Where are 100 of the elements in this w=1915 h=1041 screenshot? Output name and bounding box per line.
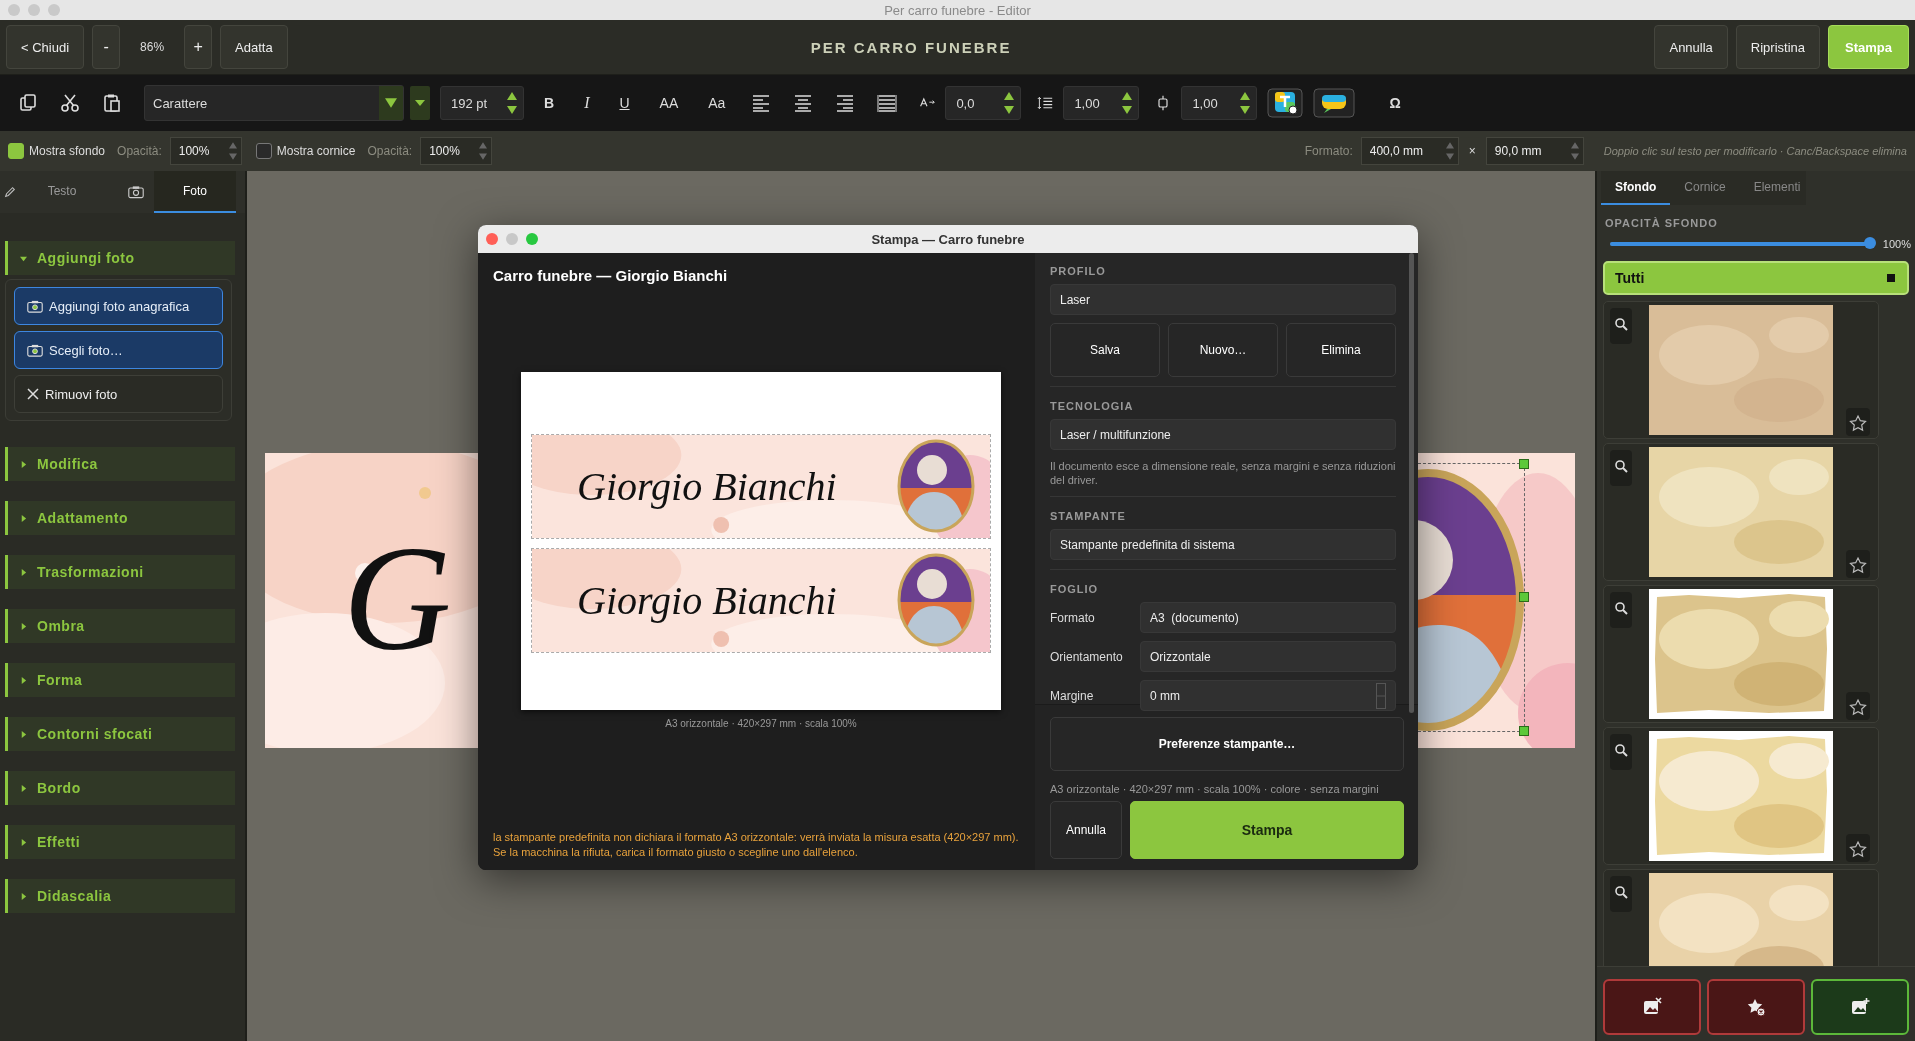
italic-button[interactable]: I (574, 90, 600, 116)
image-remove-icon (1642, 997, 1662, 1017)
font-size-field[interactable]: 192 pt (440, 86, 524, 120)
sheet-field[interactable]: 0 mm (1140, 680, 1396, 711)
technology-field[interactable]: Laser / multifunzione (1050, 419, 1396, 450)
hint-text: Doppio clic sul testo per modificarlo · Canc/Backspace elimina (1603, 145, 1907, 157)
profile-button[interactable]: Elimina (1286, 323, 1396, 377)
background-card[interactable] (1603, 727, 1879, 865)
printer-preferences-button[interactable]: Preferenze stampante… (1050, 717, 1404, 771)
section-header[interactable]: Forma (5, 663, 235, 697)
sheet-field[interactable]: A3 (documento) (1140, 602, 1396, 633)
star-button[interactable] (1846, 692, 1870, 720)
section-label: FOGLIO (1050, 583, 1100, 595)
document-title: PER CARRO FUNEBRE (809, 38, 1013, 56)
panel-tab[interactable]: Cornice (1670, 171, 1740, 205)
star-button[interactable] (1846, 834, 1870, 862)
print-button[interactable]: Stampa (1130, 801, 1404, 859)
close-button[interactable] (486, 233, 498, 245)
copy-icon[interactable] (18, 93, 38, 113)
search-button[interactable] (1610, 450, 1632, 486)
letter-spacing-field[interactable]: 0,0 (945, 86, 1022, 120)
section-label: TECNOLOGIA (1050, 400, 1135, 412)
dropdown-button[interactable] (410, 86, 430, 120)
section-header[interactable]: Aggiungi foto (5, 241, 235, 275)
section-label: PROFILO (1050, 265, 1107, 277)
dialog-title: Stampa — Carro funebre (871, 231, 1025, 247)
special-character-button[interactable]: Ω (1379, 91, 1411, 115)
opacity-field[interactable]: 100% (420, 137, 493, 165)
paste-icon[interactable] (102, 93, 122, 113)
camera-icon (27, 343, 43, 357)
profile-button[interactable]: Nuovo… (1168, 323, 1278, 377)
show-frame-checkbox[interactable]: Mostra cornice (255, 143, 356, 159)
star-button[interactable] (1846, 550, 1870, 578)
close-icon (27, 388, 39, 400)
align-center-icon[interactable] (793, 93, 814, 113)
line-height-field[interactable]: 1,00 (1063, 86, 1140, 120)
fit-button[interactable]: Adatta (220, 25, 288, 69)
category-dropdown[interactable]: Tutti (1603, 261, 1909, 295)
photo-button[interactable]: Aggiungi foto anagrafica (14, 287, 223, 325)
undo-button[interactable]: Annulla (1654, 25, 1728, 69)
show-background-checkbox[interactable]: Mostra sfondo (8, 143, 106, 159)
printer-field[interactable]: Stampante predefinita di sistema (1050, 529, 1396, 560)
section-header[interactable]: Bordo (5, 771, 235, 805)
search-button[interactable] (1610, 592, 1632, 628)
line-height-icon (1037, 95, 1054, 111)
remove-image-button[interactable] (1603, 979, 1701, 1035)
panel-tab[interactable]: Elementi (1739, 171, 1815, 205)
underline-button[interactable]: U (609, 91, 640, 115)
profile-button[interactable]: Salva (1050, 323, 1160, 377)
align-left-icon[interactable] (751, 93, 772, 113)
background-color-button[interactable] (1313, 88, 1356, 118)
sheet-field[interactable]: Orizzontale (1140, 641, 1396, 672)
section-header[interactable]: Ombra (5, 609, 235, 643)
justify-icon[interactable] (877, 93, 898, 113)
cut-icon[interactable] (60, 93, 80, 113)
search-button[interactable] (1610, 734, 1632, 770)
text-color-button[interactable] (1267, 88, 1304, 118)
bold-button[interactable]: B (534, 91, 565, 115)
opacity-field[interactable]: 100% (169, 137, 242, 165)
photo-button[interactable]: Rimuovi foto (14, 375, 223, 413)
background-card[interactable] (1603, 869, 1879, 966)
add-image-button[interactable] (1811, 979, 1909, 1035)
align-right-icon[interactable] (835, 93, 856, 113)
section-header[interactable]: Contorni sfocati (5, 717, 235, 751)
section-label: STAMPANTE (1050, 510, 1127, 522)
width-field[interactable]: 400,0 mm (1360, 137, 1459, 165)
search-button[interactable] (1610, 308, 1632, 344)
star-remove-icon (1746, 997, 1766, 1017)
unfavorite-image-button[interactable] (1707, 979, 1805, 1035)
panel-tab[interactable]: Foto (154, 171, 236, 213)
font-dropdown[interactable]: Carattere (144, 85, 404, 121)
camera-icon (128, 185, 144, 199)
scale-field[interactable]: 1,00 (1181, 86, 1258, 120)
zoom-out-button[interactable]: - (92, 25, 121, 69)
cancel-button[interactable]: Annulla (1050, 801, 1122, 859)
opacity-label: Opacità: (367, 144, 413, 158)
field-label: Formato (1050, 610, 1096, 625)
search-button[interactable] (1610, 876, 1632, 912)
panel-tab[interactable]: Sfondo (1601, 171, 1671, 205)
panel-tab[interactable]: Testo (26, 171, 98, 213)
height-field[interactable]: 90,0 mm (1485, 137, 1584, 165)
opacity-label: Opacità: (117, 144, 162, 158)
profile-field[interactable]: Laser (1050, 284, 1396, 315)
section-header[interactable]: Effetti (5, 825, 235, 859)
section-header[interactable]: Didascalia (5, 879, 235, 913)
back-button[interactable]: < Chiudi (6, 25, 85, 69)
background-card[interactable] (1603, 585, 1879, 723)
preview-caption: A3 orizzontale · 420×297 mm · scala 100% (664, 718, 858, 729)
case-button[interactable]: Aa (698, 91, 736, 115)
zoom-in-button[interactable]: + (184, 25, 213, 69)
section-header[interactable]: Modifica (5, 447, 235, 481)
uppercase-button[interactable]: AA (649, 91, 689, 115)
photo-button[interactable]: Scegli foto… (14, 331, 223, 369)
section-header[interactable]: Trasformazioni (5, 555, 235, 589)
section-header[interactable]: Adattamento (5, 501, 235, 535)
redo-button[interactable]: Ripristina (1735, 25, 1821, 69)
star-button[interactable] (1846, 408, 1870, 436)
background-card[interactable] (1603, 301, 1879, 439)
format-label: Formato: (1304, 144, 1353, 158)
background-card[interactable] (1603, 443, 1879, 581)
